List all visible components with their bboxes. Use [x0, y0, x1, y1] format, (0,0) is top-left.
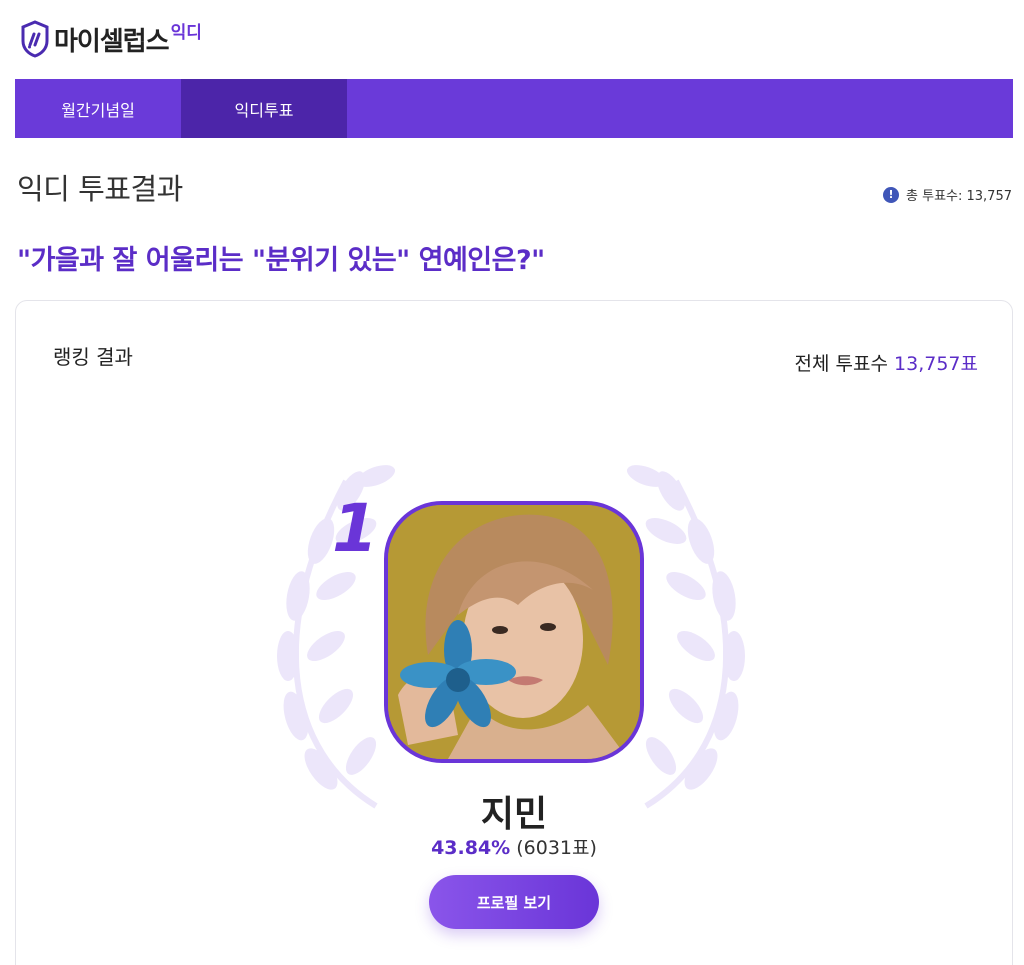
- total-vote-summary: ! 총 투표수: 13,757: [883, 185, 1012, 204]
- page-root: 마이셀럽스 익디 월간기념일 익디투표 익디 투표결과 ! 총 투표수: 13,…: [0, 0, 1024, 965]
- card-total-value: 13,757표: [894, 353, 978, 375]
- page-title: 익디 투표결과: [17, 172, 183, 206]
- info-icon: !: [883, 186, 900, 203]
- view-profile-button[interactable]: 프로필 보기: [429, 875, 599, 929]
- brand-shield-icon: [20, 20, 50, 58]
- winner-photo[interactable]: [384, 501, 644, 763]
- winner-name: 지민: [480, 794, 548, 835]
- winner-percent: 43.84%: [431, 837, 511, 859]
- winner-portrait-image: [388, 505, 640, 759]
- total-vote-text: 총 투표수: 13,757: [906, 189, 1012, 204]
- rank-number: 1: [332, 490, 378, 567]
- tab-monthly-anniversary[interactable]: 월간기념일: [15, 79, 181, 138]
- winner-stats: 43.84% (6031표): [16, 833, 1012, 860]
- ranking-result-card: 랭킹 결과 전체 투표수 13,757표 1 지민 43.84% (6031표)…: [15, 300, 1013, 965]
- card-total-label: 전체 투표수: [794, 353, 888, 375]
- vote-question: "가을과 잘 어울리는 "분위기 있는" 연예인은?": [17, 245, 545, 276]
- site-logo[interactable]: 마이셀럽스 익디: [20, 20, 202, 64]
- tab-vote[interactable]: 익디투표: [181, 79, 347, 138]
- winner-votes: (6031표): [516, 837, 597, 859]
- ranking-result-label: 랭킹 결과: [53, 345, 133, 369]
- logo-text: 마이셀럽스: [54, 27, 170, 57]
- main-nav: 월간기념일 익디투표: [15, 79, 1013, 138]
- logo-subtitle: 익디: [170, 23, 202, 43]
- card-total-votes: 전체 투표수 13,757표: [795, 349, 978, 376]
